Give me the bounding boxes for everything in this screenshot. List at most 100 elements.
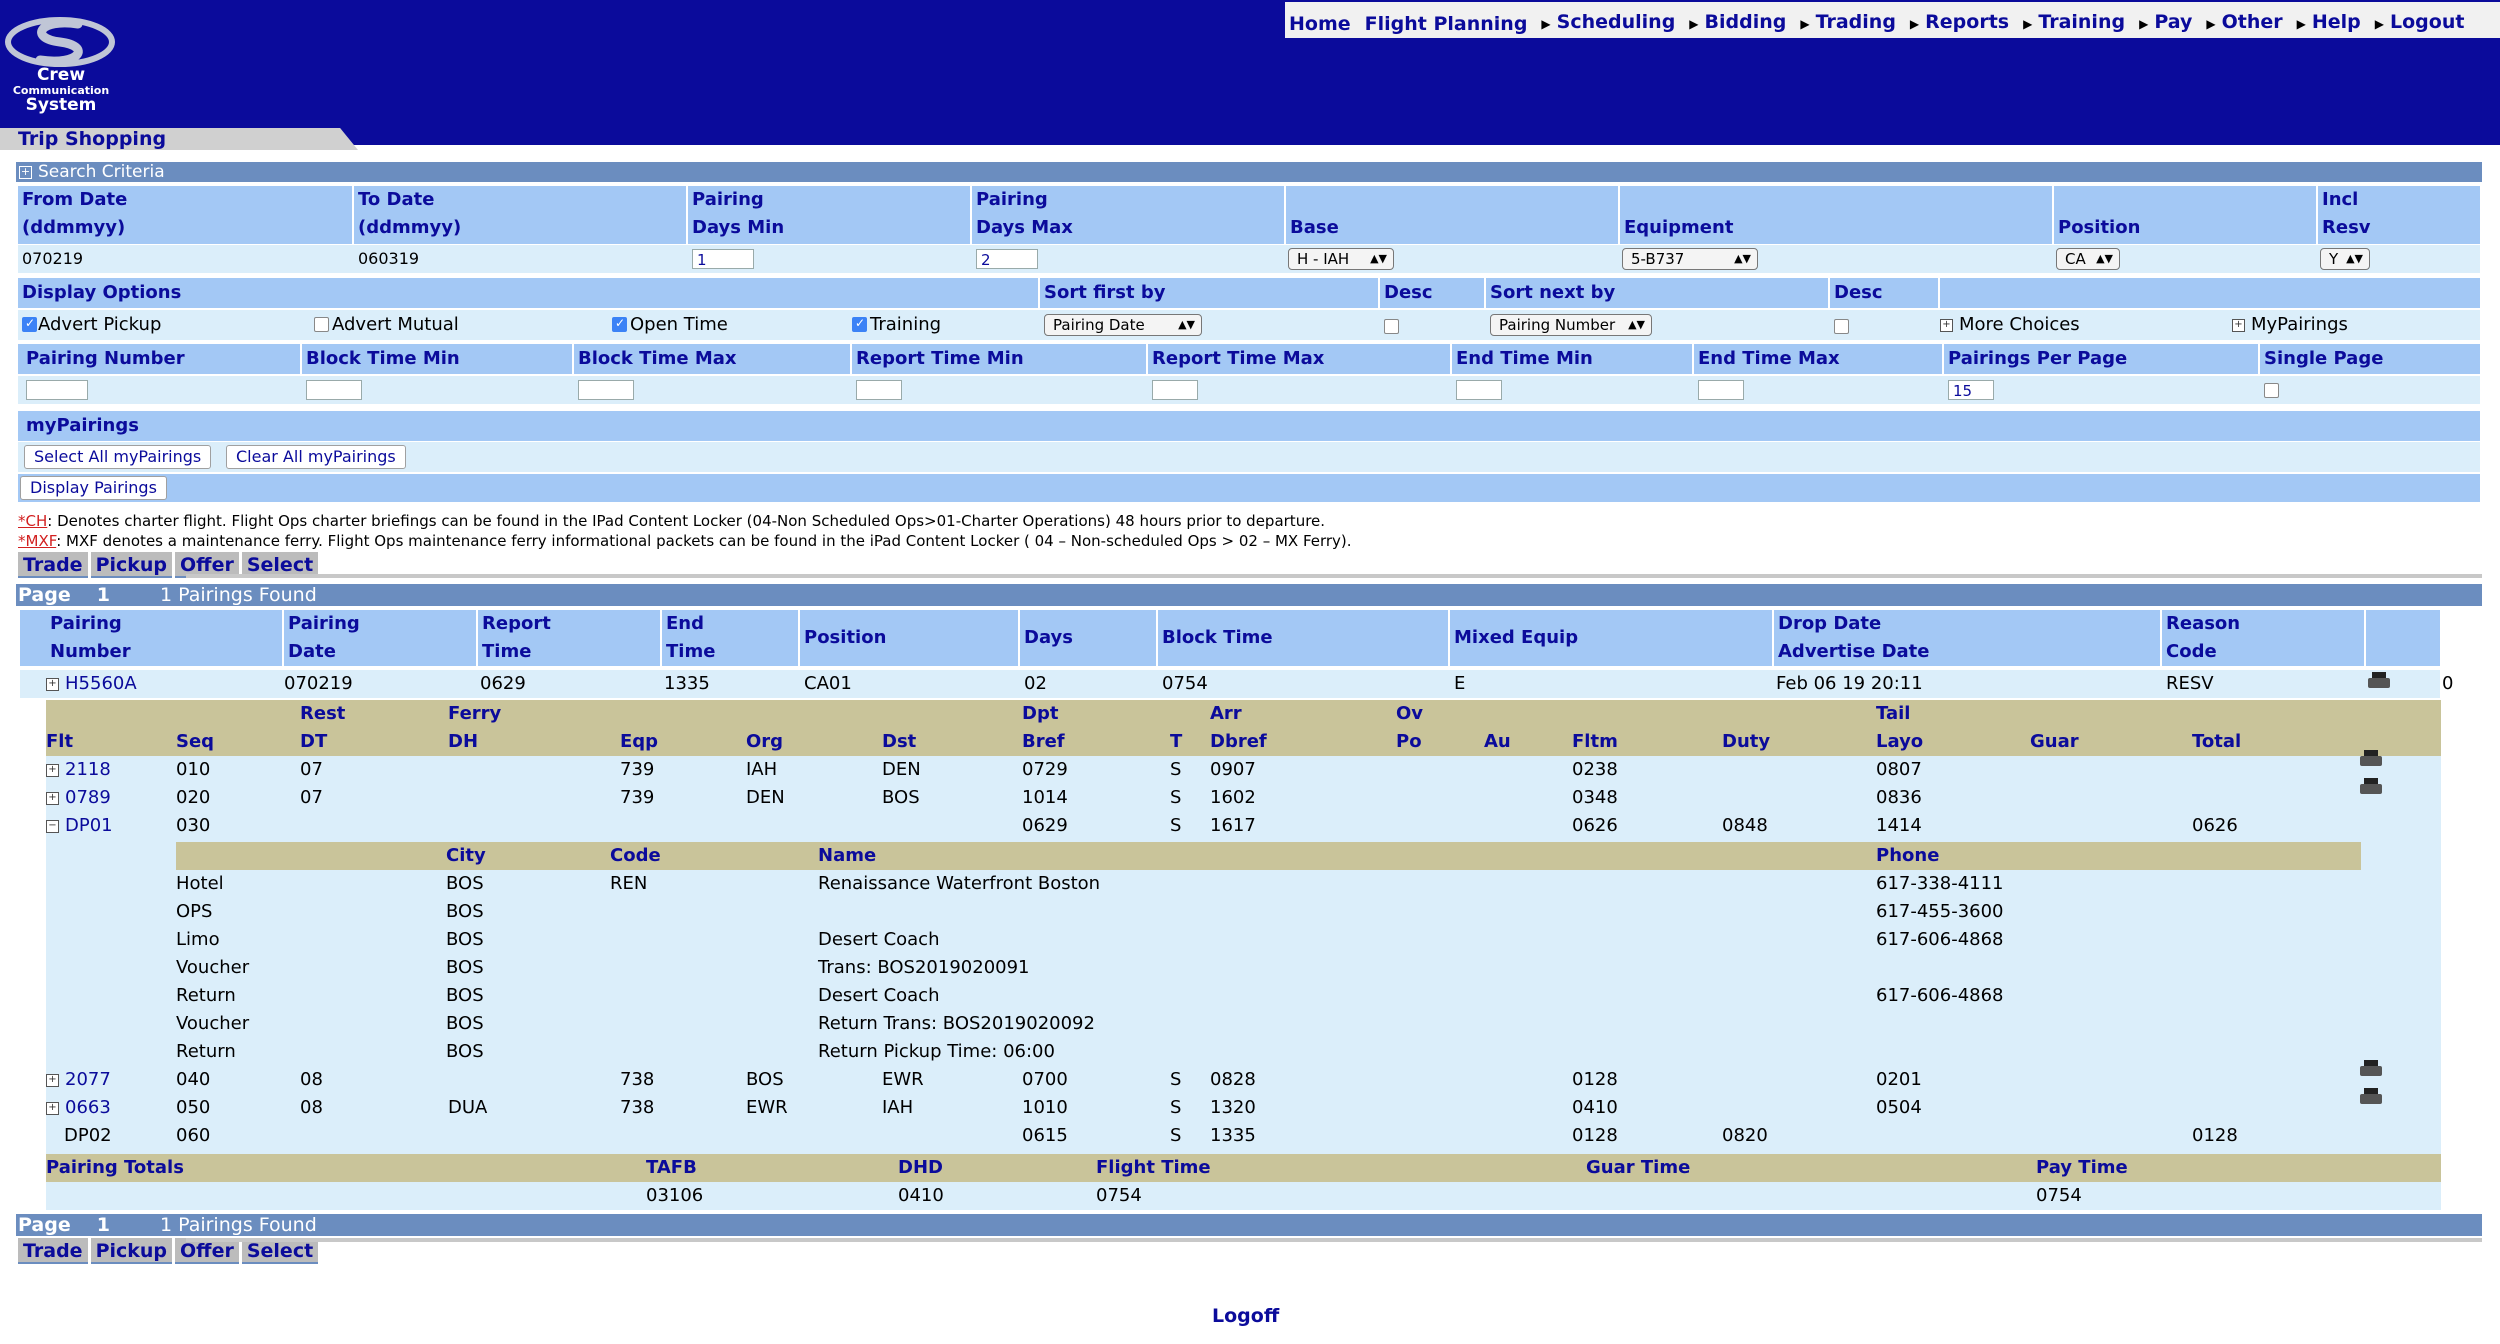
charter-tag[interactable]: CH <box>26 512 48 530</box>
flight-link[interactable]: 2118 <box>65 759 111 780</box>
print-icon[interactable] <box>2360 1060 2382 1078</box>
equipment-select[interactable]: 5-B737 ▲▼ <box>1622 248 1758 270</box>
select-arrows-icon: ▲▼ <box>2096 252 2113 265</box>
collapse-icon[interactable]: − <box>46 819 59 833</box>
block-max-input[interactable] <box>578 380 634 400</box>
advert-pickup-checkbox[interactable] <box>22 316 37 332</box>
display-options-label: Display Options <box>22 282 182 303</box>
clear-all-mypairings-button[interactable]: Clear All myPairings <box>226 445 406 469</box>
end-min-input[interactable] <box>1456 380 1502 400</box>
leg-fltm: 0410 <box>1572 1097 1618 1118</box>
trade-button[interactable]: Trade <box>18 552 88 578</box>
select-arrows-icon: ▲▼ <box>1178 318 1195 331</box>
page-number-link[interactable]: 1 <box>97 1214 110 1236</box>
base-select[interactable]: H - IAH ▲▼ <box>1288 248 1394 270</box>
leg-row[interactable]: +0663 050 08 DUA 738 EWR IAH 1010 S 1320… <box>46 1088 2441 1122</box>
nav-other[interactable]: ▶ Other <box>2202 8 2292 38</box>
position-select[interactable]: CA ▲▼ <box>2056 248 2120 270</box>
display-pairings-button[interactable]: Display Pairings <box>20 476 167 500</box>
pairing-days-max-input[interactable]: 2 <box>976 249 1038 269</box>
pairing-number-input[interactable] <box>26 380 88 400</box>
duty-period-link[interactable]: DP01 <box>65 815 113 836</box>
incl-resv-select[interactable]: Y ▲▼ <box>2320 248 2370 270</box>
trade-button[interactable]: Trade <box>18 1238 88 1264</box>
single-page-checkbox[interactable] <box>2264 383 2279 398</box>
from-date-field[interactable]: 070219 <box>22 247 83 271</box>
print-icon[interactable] <box>2368 672 2390 690</box>
search-criteria-bar[interactable]: + Search Criteria <box>16 162 2482 182</box>
mypairings-label: myPairings <box>26 415 139 436</box>
filter-labels-row: Pairing Number Block Time Min Block Time… <box>18 344 2480 374</box>
flight-link[interactable]: 2077 <box>65 1069 111 1090</box>
expand-icon[interactable]: + <box>46 1073 59 1087</box>
mypairings-toggle[interactable]: + MyPairings <box>2232 314 2348 336</box>
layover-row: Return BOS Return Pickup Time: 06:00 <box>176 1041 1055 1062</box>
expand-icon[interactable]: + <box>46 1101 59 1115</box>
print-icon[interactable] <box>2360 1088 2382 1106</box>
logoff-link[interactable]: Logoff <box>1212 1305 1279 1327</box>
leg-row[interactable]: +0789 020 07 739 DEN BOS 1014 S 1602 034… <box>46 778 2441 812</box>
nav-flight-planning[interactable]: Flight Planning <box>1361 10 1538 38</box>
flight-link[interactable]: 0663 <box>65 1097 111 1118</box>
nav-logout[interactable]: ▶ Logout <box>2371 8 2475 38</box>
print-icon[interactable] <box>2360 750 2382 768</box>
expand-icon[interactable]: + <box>19 165 32 179</box>
sort-first-desc-checkbox[interactable] <box>1384 319 1399 334</box>
pairing-days-max-label: Pairing Days Max <box>976 189 1073 238</box>
nav-training[interactable]: ▶ Training <box>2019 8 2135 38</box>
advert-mutual-checkbox[interactable] <box>314 317 329 332</box>
open-time-checkbox[interactable] <box>612 316 627 332</box>
page-number-link[interactable]: 1 <box>97 584 110 606</box>
end-max-input[interactable] <box>1698 380 1744 400</box>
ferry-tag[interactable]: MXF <box>26 532 57 550</box>
page-title: Trip Shopping <box>0 128 358 150</box>
nav-trading[interactable]: ▶ Trading <box>1796 8 1906 38</box>
expand-icon[interactable]: + <box>46 791 59 805</box>
print-icon[interactable] <box>2360 778 2382 796</box>
sort-next-select[interactable]: Pairing Number ▲▼ <box>1490 314 1652 336</box>
logo[interactable]: Crew Communication System <box>0 12 120 122</box>
leg-fltm: 0128 <box>1572 1069 1618 1090</box>
triangle-right-icon: ▶ <box>1800 17 1810 31</box>
pairing-row[interactable]: + H5560A 070219 0629 1335 CA01 02 0754 E … <box>20 670 2440 698</box>
leg-detail-header: Rest Ferry Dpt Arr Ov Tail Flt Seq DT DH… <box>46 700 2441 756</box>
sort-next-desc-checkbox[interactable] <box>1834 319 1849 334</box>
per-page-input[interactable]: 15 <box>1948 380 1994 400</box>
desc-label-2: Desc <box>1834 282 1883 303</box>
pairing-number-link[interactable]: H5560A <box>65 673 137 694</box>
pairing-days-min-label: Pairing Days Min <box>692 189 785 238</box>
leg-dt: 08 <box>300 1069 323 1090</box>
pairing-days-min-input[interactable]: 1 <box>692 249 754 269</box>
expand-icon[interactable]: + <box>46 763 59 777</box>
pickup-button[interactable]: Pickup <box>90 1238 173 1264</box>
block-min-input[interactable] <box>306 380 362 400</box>
report-max-input[interactable] <box>1152 380 1198 400</box>
block-max-label: Block Time Max <box>578 348 737 369</box>
pickup-button[interactable]: Pickup <box>90 552 173 578</box>
select-arrows-icon: ▲▼ <box>1370 252 1387 265</box>
more-choices-toggle[interactable]: + More Choices <box>1940 314 2080 336</box>
sort-first-select[interactable]: Pairing Date ▲▼ <box>1044 314 1202 336</box>
leg-row[interactable]: +2118 010 07 739 IAH DEN 0729 S 0907 023… <box>46 750 2441 784</box>
col-phone: Phone <box>1876 845 1940 866</box>
nav-bidding[interactable]: ▶ Bidding <box>1685 8 1796 38</box>
pairing-number-label: Pairing Number <box>26 348 185 369</box>
leg-bref: 0729 <box>1022 759 1068 780</box>
training-checkbox[interactable] <box>852 316 867 332</box>
leg-row[interactable]: − DP01 030 0629 S 1617 0626 0848 1414 062… <box>46 812 2441 840</box>
expand-icon[interactable]: + <box>46 677 59 691</box>
pairing-report: 0629 <box>480 673 526 694</box>
nav-home[interactable]: Home <box>1285 10 1361 38</box>
nav-scheduling[interactable]: ▶ Scheduling <box>1537 8 1685 38</box>
nav-pay[interactable]: ▶ Pay <box>2135 8 2202 38</box>
nav-help[interactable]: ▶ Help <box>2293 8 2371 38</box>
col-t: T <box>1170 731 1183 752</box>
nav-reports[interactable]: ▶ Reports <box>1906 8 2019 38</box>
leg-t: S <box>1170 759 1182 780</box>
to-date-field[interactable]: 060319 <box>358 247 419 271</box>
select-all-mypairings-button[interactable]: Select All myPairings <box>24 445 212 469</box>
report-min-input[interactable] <box>856 380 902 400</box>
leg-row[interactable]: +2077 040 08 738 BOS EWR 0700 S 0828 012… <box>46 1060 2441 1094</box>
col-arr: Arr <box>1210 703 1242 724</box>
flight-link[interactable]: 0789 <box>65 787 111 808</box>
